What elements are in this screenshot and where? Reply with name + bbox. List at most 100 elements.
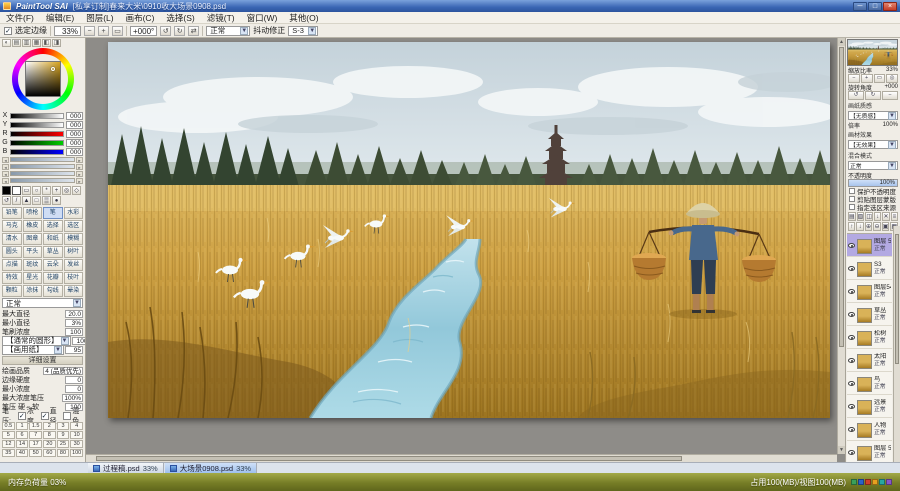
visibility-eye-icon[interactable] (848, 450, 855, 455)
scrollbar-thumb[interactable] (895, 234, 899, 364)
zoom-readout[interactable]: 33% (54, 26, 81, 36)
layer-row[interactable]: 图层 54 正常 (847, 234, 892, 257)
swatches-tab[interactable]: ▦ (32, 39, 41, 47)
brush-size-preset[interactable]: 8 (43, 431, 56, 439)
saturation-square[interactable] (25, 61, 61, 97)
background-color-swatch[interactable] (12, 186, 21, 195)
brush-button[interactable]: 笔 (43, 207, 63, 219)
delete-layer-button[interactable]: ≡ (891, 212, 898, 221)
brush-button[interactable]: 铅笔 (2, 207, 22, 219)
merge-down-button[interactable]: ↓ (874, 212, 881, 221)
rgb-slider-tab[interactable]: ▤ (12, 39, 21, 47)
slider-left-arrow[interactable]: ◂ (2, 157, 9, 163)
move-layer-up-button[interactable]: ↑ (848, 222, 855, 231)
brush-button[interactable]: 草丛刷 (43, 246, 63, 258)
fine-slider[interactable] (10, 164, 75, 169)
menu-item[interactable]: 编辑(E) (40, 12, 80, 23)
visibility-eye-icon[interactable] (848, 381, 855, 386)
brush-button[interactable]: 点描笔 (2, 259, 22, 271)
new-folder-button[interactable]: ▧ (857, 212, 865, 221)
edge-checkbox[interactable] (4, 27, 12, 35)
param-value[interactable]: 0 (65, 385, 83, 393)
brush-button[interactable]: 树叶刷 (64, 246, 84, 258)
slider-right-arrow[interactable]: ▸ (76, 157, 83, 163)
rect-select-tool[interactable]: ▭ (22, 186, 31, 195)
brush-size-preset[interactable]: 30 (70, 440, 83, 448)
brush-size-preset[interactable]: 1 (16, 422, 29, 430)
brush-button[interactable]: 图章笔 (23, 233, 43, 245)
slider-value[interactable]: 000 (66, 121, 83, 129)
maximize-button[interactable]: □ (868, 2, 882, 11)
slider-value[interactable]: 000 (66, 130, 83, 138)
move-tool[interactable]: + (52, 186, 61, 195)
layer-blend-dropdown[interactable]: 正常▼ (848, 161, 898, 170)
magic-wand-tool[interactable]: * (42, 186, 51, 195)
stabilizer-dropdown[interactable]: S-3 ▼ (288, 26, 318, 36)
brush-size-preset[interactable]: 4 (70, 422, 83, 430)
brush-button[interactable]: 马克笔 (2, 220, 22, 232)
fill-tool[interactable]: ▒ (42, 196, 51, 205)
add-mask-button[interactable]: ⊕ (865, 222, 872, 231)
menu-item[interactable]: 选择(S) (160, 12, 200, 23)
brush-button[interactable]: 晕染笔 (64, 285, 84, 297)
brush-button[interactable]: 平头笔 (23, 246, 43, 258)
texture-scale-value[interactable]: 100% (883, 122, 898, 128)
brush-size-preset[interactable]: 14 (16, 440, 29, 448)
zoom-in-button[interactable]: + (98, 26, 109, 36)
brush-size-preset[interactable]: 7 (29, 431, 42, 439)
brush-button[interactable]: 发丝笔 (64, 259, 84, 271)
layer-option-checkbox[interactable] (849, 188, 855, 194)
brush-button[interactable]: 星光笔 (23, 272, 43, 284)
brush-size-preset[interactable]: 50 (29, 449, 42, 457)
material-effect-dropdown[interactable]: 【无效果】▼ (848, 140, 898, 149)
x-slider[interactable] (10, 113, 64, 119)
brush-size-preset[interactable]: 80 (57, 449, 70, 457)
rotate-ccw-button[interactable]: ↺ (160, 26, 171, 36)
layer-row[interactable]: 鸟 正常 (847, 372, 892, 395)
menu-item[interactable]: 滤镜(T) (201, 12, 241, 23)
brush-size-preset[interactable]: 25 (57, 440, 70, 448)
brush-button[interactable]: 颗粒刷 (2, 285, 22, 297)
opacity-slider[interactable]: 100% (848, 179, 898, 187)
rotate-view-tool[interactable]: ↺ (2, 196, 11, 205)
nav-rotate-reset-button[interactable]: − (882, 91, 898, 100)
brush-size-preset[interactable]: 17 (29, 440, 42, 448)
brush-button[interactable]: 涂抹笔 (23, 285, 43, 297)
slider-value[interactable]: 000 (66, 112, 83, 120)
brush-button[interactable]: 喷枪 (23, 207, 43, 219)
menu-item[interactable]: 画布(C) (120, 12, 161, 23)
close-button[interactable]: × (883, 2, 897, 11)
duplicate-layer-button[interactable]: ◫ (865, 212, 873, 221)
slider-value[interactable]: 000 (66, 148, 83, 156)
layer-option-checkbox[interactable] (849, 196, 855, 202)
menu-item[interactable]: 文件(F) (0, 12, 40, 23)
slider-left-arrow[interactable]: ◂ (2, 171, 9, 177)
layer-row[interactable]: 草丛 正常 (847, 303, 892, 326)
layer-option-checkbox[interactable] (849, 204, 855, 210)
brush-size-preset[interactable]: 40 (16, 449, 29, 457)
brush-size-preset[interactable]: 20 (43, 440, 56, 448)
scroll-up-arrow[interactable]: ▲ (838, 38, 845, 46)
navigator-preview[interactable] (847, 39, 898, 66)
brush-button[interactable]: 选区擦 (64, 220, 84, 232)
hand-tool[interactable]: ◇ (72, 186, 81, 195)
fine-slider[interactable] (10, 171, 75, 176)
eraser-tool[interactable]: □ (32, 196, 41, 205)
fine-slider[interactable] (10, 157, 75, 162)
new-layer-button[interactable]: ▤ (848, 212, 856, 221)
brush-size-preset[interactable]: 100 (70, 449, 83, 457)
brush-button[interactable]: 橡皮擦 (23, 220, 43, 232)
brush-button[interactable]: 花瓣刷 (43, 272, 63, 284)
layer-list-scrollbar[interactable] (893, 226, 900, 462)
pressure-checkbox[interactable] (18, 412, 26, 420)
clear-layer-button[interactable]: ✕ (882, 212, 889, 221)
brush-size-preset[interactable]: 10 (70, 431, 83, 439)
layer-row[interactable]: 图层 52 正常 (847, 441, 892, 462)
nav-zoom-reset-button[interactable]: ◎ (886, 74, 898, 83)
brush-size-preset[interactable]: 35 (2, 449, 15, 457)
brush-button[interactable]: 模糊笔 (64, 233, 84, 245)
canvas-horizontal-scrollbar[interactable] (86, 454, 837, 462)
paper-texture-dropdown[interactable]: 【画用纸】▼ (2, 345, 64, 355)
layer-row[interactable]: 太阳 正常 (847, 349, 892, 372)
menu-item[interactable]: 其他(O) (283, 12, 324, 23)
